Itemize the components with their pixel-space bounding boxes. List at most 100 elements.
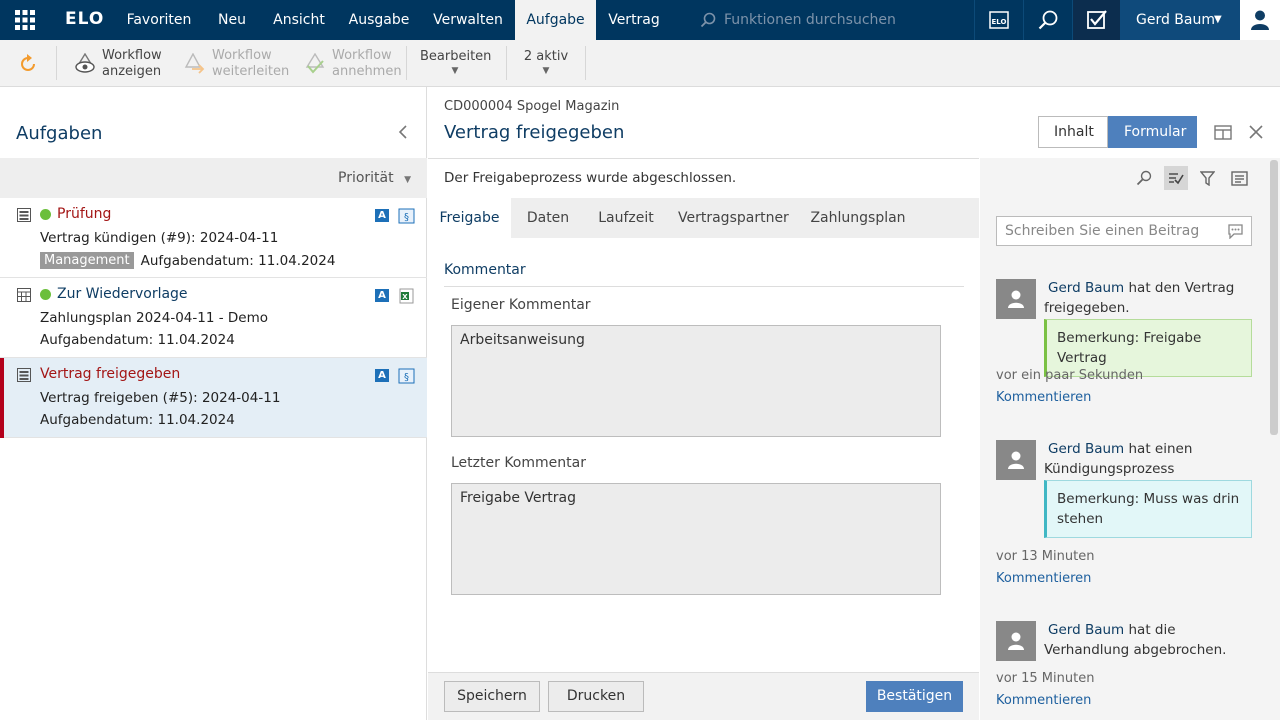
tasks-button[interactable] — [1072, 0, 1121, 40]
menu-vertrag[interactable]: Vertrag — [600, 0, 668, 40]
svg-text:§: § — [404, 372, 409, 383]
avatar-person-icon — [996, 440, 1036, 480]
tab-zahlungsplan[interactable]: Zahlungsplan — [808, 198, 908, 238]
status-dot-green — [40, 288, 51, 300]
magnifier-icon — [1038, 10, 1058, 30]
task-date: Aufgabendatum: 11.04.2024 — [40, 332, 235, 348]
task-item[interactable]: Zur Wiedervorlage Zahlungsplan 2024-04-1… — [0, 278, 427, 358]
post-placeholder: Schreiben Sie einen Beitrag — [1005, 223, 1200, 239]
badge-a-icon: A — [375, 369, 389, 382]
tab-freigabe[interactable]: Freigabe — [428, 198, 511, 238]
tab-daten[interactable]: Daten — [518, 198, 578, 238]
workflow-forward-icon — [184, 52, 205, 74]
edit-dropdown[interactable]: Bearbeiten ▼ — [420, 47, 492, 76]
svg-text:X: X — [402, 293, 408, 301]
search-icon — [700, 12, 716, 28]
status-notice: Der Freigabeprozess wurde abgeschlossen. — [428, 158, 979, 198]
form-button[interactable]: Formular — [1108, 116, 1197, 148]
task-item-selected[interactable]: Vertrag freigegeben Vertrag freigeben (#… — [0, 358, 427, 438]
active-dropdown[interactable]: 2 aktiv ▼ — [520, 47, 572, 76]
feed-panel: Schreiben Sie einen Beitrag Gerd Baum ha… — [980, 158, 1280, 720]
filter-funnel-icon[interactable] — [1199, 171, 1216, 190]
section-divider — [444, 286, 964, 287]
feed-text: Gerd Baum hat den Vertrag freigegeben. — [1044, 278, 1254, 318]
wf-forward-l1: Workflow — [212, 47, 272, 63]
tab-vertragspartner[interactable]: Vertragspartner — [678, 198, 789, 238]
menu-neu[interactable]: Neu — [205, 0, 259, 40]
section-title: Kommentar — [444, 262, 526, 278]
own-comment-field[interactable]: Arbeitsanweisung — [451, 325, 941, 437]
task-subject: Vertrag kündigen (#9): 2024-04-11 — [40, 230, 279, 246]
avatar-person-icon — [996, 621, 1036, 661]
comment-link[interactable]: Kommentieren — [996, 390, 1091, 405]
menu-aufgabe[interactable]: Aufgabe — [515, 0, 596, 40]
edit-label: Bearbeiten — [420, 49, 492, 64]
task-subject: Zahlungsplan 2024-04-11 - Demo — [40, 310, 269, 326]
sort-dropdown[interactable]: Priorität ▼ — [338, 170, 411, 186]
workflow-show-button[interactable]: Workflow anzeigen — [74, 40, 162, 87]
task-title: Prüfung — [57, 206, 112, 222]
post-input[interactable]: Schreiben Sie einen Beitrag — [996, 216, 1252, 246]
save-button[interactable]: Speichern — [444, 681, 540, 712]
status-dot-green — [40, 208, 51, 220]
comment-link[interactable]: Kommentieren — [996, 693, 1091, 708]
speech-bubble-icon — [1228, 224, 1243, 239]
task-date: Aufgabendatum: 11.04.2024 — [140, 252, 336, 269]
menu-verwalten[interactable]: Verwalten — [425, 0, 511, 40]
elo-box-icon[interactable]: ELO — [974, 0, 1023, 40]
active-label: 2 aktiv — [523, 49, 569, 64]
feed-search-icon[interactable] — [1136, 170, 1152, 190]
feed-note: Bemerkung: Muss was drin stehen — [1044, 480, 1252, 538]
workflow-accept-icon — [305, 52, 325, 74]
collapse-chevron-left-icon[interactable] — [398, 124, 408, 145]
last-comment-field[interactable]: Freigabe Vertrag — [451, 483, 941, 595]
feed-time: vor 13 Minuten — [996, 549, 1095, 564]
close-icon[interactable] — [1249, 125, 1263, 143]
apps-grid-icon[interactable] — [0, 0, 50, 40]
task-subject: Vertrag freigeben (#5): 2024-04-11 — [40, 390, 281, 406]
search-button[interactable] — [1023, 0, 1072, 40]
workflow-forward-button[interactable]: Workflow weiterleiten — [184, 40, 289, 87]
badge-a-icon: A — [375, 289, 389, 302]
workflow-eye-icon — [75, 52, 95, 73]
tasks-title: Aufgaben — [16, 123, 103, 144]
workflow-accept-button[interactable]: Workflow annehmen — [304, 40, 402, 87]
sort-bar: Priorität ▼ — [0, 158, 427, 198]
tasks-panel: Aufgaben Priorität ▼ Prüfung Vertrag kün… — [0, 87, 427, 720]
feed-scrollbar[interactable] — [1270, 160, 1278, 435]
feed-time: vor ein paar Sekunden — [996, 368, 1144, 383]
menu-favoriten[interactable]: Favoriten — [118, 0, 200, 40]
comment-link[interactable]: Kommentieren — [996, 571, 1091, 586]
sort-label: Priorität — [338, 170, 394, 186]
badge-a-icon: A — [375, 209, 389, 222]
svg-text:ELO: ELO — [992, 18, 1007, 26]
form-icon — [17, 208, 31, 222]
feed-author[interactable]: Gerd Baum — [1048, 280, 1124, 296]
wf-show-l1: Workflow — [102, 47, 162, 63]
menu-ausgabe[interactable]: Ausgabe — [342, 0, 416, 40]
print-button[interactable]: Drucken — [548, 681, 644, 712]
function-search[interactable]: Funktionen durchsuchen — [700, 0, 896, 40]
top-bar: ELO Favoriten Neu Ansicht Ausgabe Verwal… — [0, 0, 1280, 40]
tab-laufzeit[interactable]: Laufzeit — [593, 198, 659, 238]
feed-list-icon[interactable] — [1231, 171, 1248, 190]
feed-time: vor 15 Minuten — [996, 671, 1095, 686]
user-name: Gerd Baum — [1136, 12, 1216, 28]
feed-check-filter-icon[interactable] — [1164, 166, 1188, 190]
content-button[interactable]: Inhalt — [1038, 116, 1108, 148]
user-menu[interactable]: Gerd Baum ▼ — [1120, 0, 1240, 40]
feed-author[interactable]: Gerd Baum — [1048, 622, 1124, 638]
layout-icon[interactable] — [1214, 125, 1232, 144]
task-title: Zur Wiedervorlage — [57, 286, 188, 302]
wf-show-l2: anzeigen — [102, 63, 162, 79]
feed-author[interactable]: Gerd Baum — [1048, 441, 1124, 457]
task-item[interactable]: Prüfung Vertrag kündigen (#9): 2024-04-1… — [0, 198, 427, 278]
confirm-button[interactable]: Bestätigen — [866, 681, 963, 712]
elo-logo: ELO — [65, 9, 105, 29]
own-comment-label: Eigener Kommentar — [451, 297, 591, 313]
table-icon — [17, 288, 31, 302]
menu-ansicht[interactable]: Ansicht — [266, 0, 332, 40]
refresh-button[interactable] — [18, 40, 38, 87]
form-tabs: Freigabe Daten Laufzeit Vertragspartner … — [428, 198, 979, 238]
user-avatar-icon[interactable] — [1240, 0, 1280, 40]
